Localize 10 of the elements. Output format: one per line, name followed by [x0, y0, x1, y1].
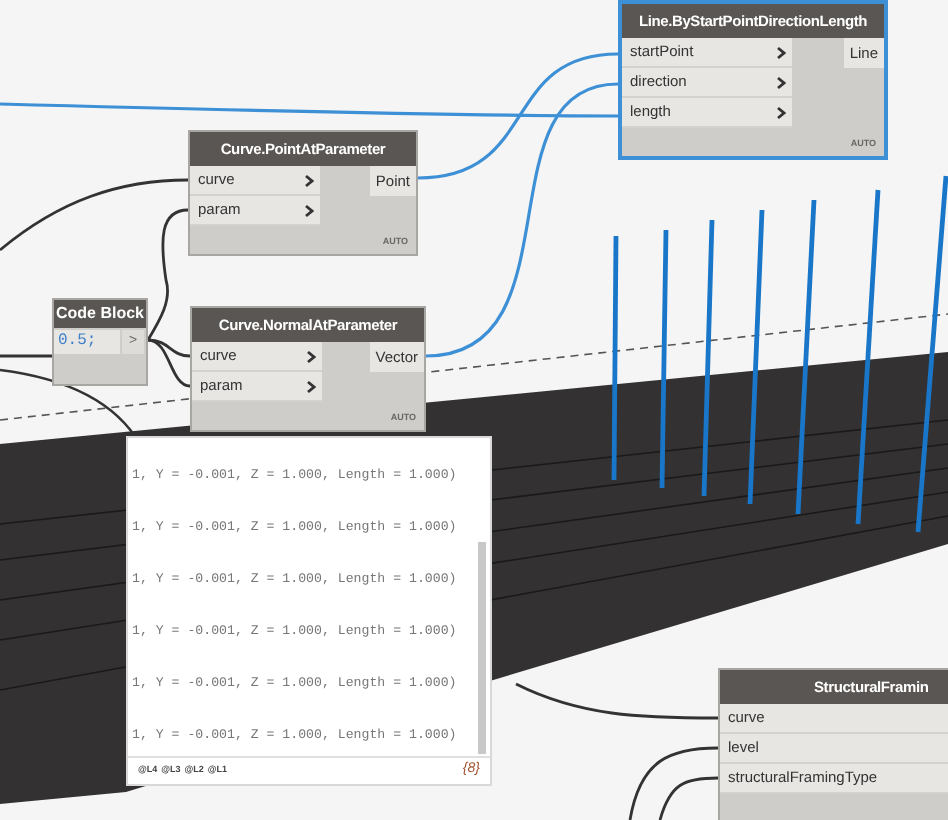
chevron-icon: [306, 379, 316, 393]
connector-wire: [0, 354, 52, 358]
chevron-icon: [304, 203, 314, 217]
chevron-icon: [306, 349, 316, 363]
node-title: Code Block: [54, 300, 146, 328]
chevron-icon: [304, 173, 314, 187]
chevron-icon: [776, 105, 786, 119]
scrollbar[interactable]: [478, 542, 486, 754]
chevron-icon: [776, 75, 786, 89]
chevron-icon: [776, 45, 786, 59]
